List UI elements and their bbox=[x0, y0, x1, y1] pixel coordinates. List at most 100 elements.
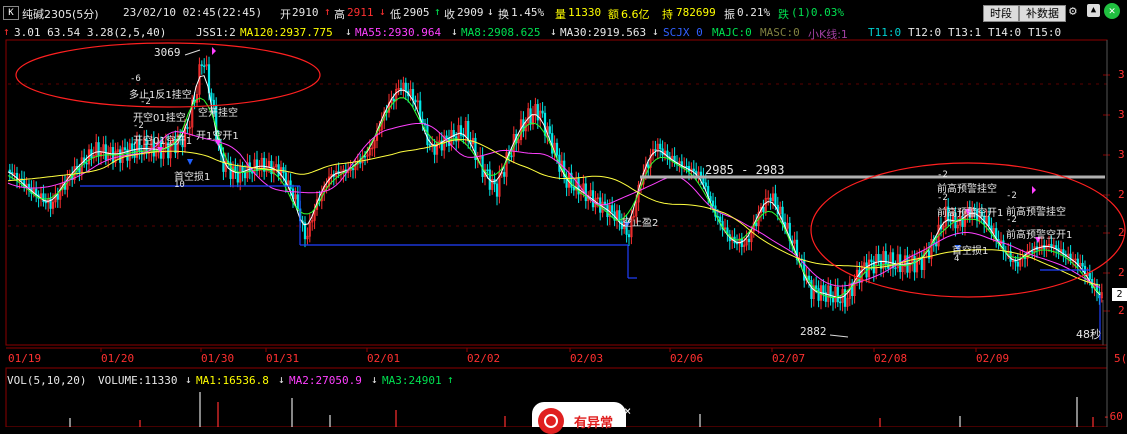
candle bbox=[359, 162, 362, 164]
candle bbox=[913, 255, 916, 273]
candle bbox=[123, 147, 127, 151]
candle bbox=[1031, 250, 1034, 253]
volume-ma3: MA3:24901 bbox=[382, 374, 442, 387]
supplement-data-button[interactable]: 补数据 bbox=[1019, 5, 1066, 22]
candle bbox=[363, 155, 367, 158]
volume-indicator-title: VOL(5,10,20) bbox=[7, 374, 87, 387]
candle bbox=[1088, 273, 1091, 280]
price-axis-tick: 3 bbox=[1118, 68, 1125, 81]
alert-popup[interactable]: 有异常 bbox=[532, 402, 626, 434]
candle bbox=[243, 172, 247, 179]
signal-num: -2 bbox=[937, 170, 948, 180]
candle bbox=[685, 166, 688, 168]
volume-ma2: MA2:27050.9 bbox=[289, 374, 362, 387]
candle bbox=[399, 87, 403, 90]
price-axis-tick: 3 bbox=[1118, 148, 1125, 161]
legend-majc: MAJC:0 bbox=[712, 26, 752, 39]
signal-text: 空止盈2 bbox=[622, 218, 659, 229]
candle bbox=[1055, 245, 1058, 249]
volume-value: VOLUME:11330 bbox=[98, 374, 178, 387]
price-axis-tick: 2 bbox=[1118, 266, 1125, 279]
price-axis-tick: 2 bbox=[1118, 304, 1125, 317]
up-arrow-icon: ↑ bbox=[434, 5, 441, 18]
timeshare-button[interactable]: 时段 bbox=[983, 5, 1019, 22]
candle bbox=[555, 142, 559, 156]
candle bbox=[654, 149, 657, 151]
candle bbox=[659, 143, 662, 150]
candle bbox=[711, 200, 715, 207]
candle bbox=[548, 126, 551, 134]
up-arrow-icon: ↑ bbox=[324, 5, 331, 18]
time-axis-label: 02/01 bbox=[367, 352, 401, 365]
settings-icon[interactable]: ⚙ bbox=[1069, 4, 1077, 19]
time-axis-label: 02/08 bbox=[874, 352, 908, 365]
time-axis-label: 02/02 bbox=[467, 352, 501, 365]
candle bbox=[611, 205, 614, 213]
amount-value: 6.6亿 bbox=[621, 8, 650, 21]
legend-jss: JSS1:2 bbox=[196, 26, 236, 39]
candle bbox=[251, 171, 254, 174]
candle bbox=[762, 207, 765, 213]
candle bbox=[692, 168, 695, 172]
candle bbox=[536, 104, 539, 121]
close-icon[interactable]: ✕ bbox=[1104, 3, 1120, 19]
candle bbox=[255, 159, 259, 171]
signal-num: -2 bbox=[937, 193, 948, 203]
collapse-up-icon[interactable]: ▲ bbox=[1087, 4, 1100, 17]
candle bbox=[1016, 261, 1019, 267]
candle bbox=[836, 286, 839, 303]
signal-text: 前高预警空开1 bbox=[1006, 230, 1073, 241]
legend-scjx: SCJX 0 bbox=[663, 26, 703, 39]
signal-marker bbox=[212, 47, 216, 55]
candle bbox=[97, 142, 100, 157]
volume-ma1: MA1:16536.8 bbox=[196, 374, 269, 387]
current-price-tag: 2 bbox=[1112, 288, 1127, 301]
low-label: 低 bbox=[390, 8, 401, 21]
signal-num: 4 bbox=[954, 254, 960, 264]
candle bbox=[877, 254, 880, 262]
candle bbox=[541, 110, 544, 114]
position-value: 782699 bbox=[676, 6, 716, 19]
candle bbox=[735, 242, 739, 245]
candle bbox=[426, 124, 429, 145]
candle bbox=[747, 238, 751, 243]
legend-t13: T13:1 bbox=[948, 26, 982, 39]
time-axis-label: 01/20 bbox=[101, 352, 135, 365]
candle bbox=[920, 256, 923, 270]
k-tag[interactable]: K bbox=[3, 6, 19, 20]
popup-close-icon[interactable]: × bbox=[624, 404, 631, 418]
legend-t12: T12:0 bbox=[908, 26, 942, 39]
signal-num: -2 bbox=[140, 97, 151, 107]
change-label: 跌 bbox=[778, 8, 789, 21]
up-arrow-icon: ↑ bbox=[3, 25, 10, 38]
candle bbox=[392, 98, 395, 102]
low-value: 2905 bbox=[403, 6, 430, 19]
high-leader bbox=[184, 49, 201, 56]
datetime: 23/02/10 02:45(22:45) bbox=[123, 6, 263, 19]
close-label: 收 bbox=[444, 8, 455, 21]
high-price-label: 3069 bbox=[154, 46, 181, 59]
candle bbox=[203, 65, 206, 68]
time-axis-label: 02/03 bbox=[570, 352, 604, 365]
signal-text: 开空01空开1 bbox=[133, 136, 193, 147]
signal-num: -2 bbox=[1006, 191, 1017, 201]
candle bbox=[822, 285, 825, 293]
candle bbox=[870, 259, 873, 262]
candle bbox=[210, 92, 213, 101]
high-label: 高 bbox=[334, 8, 345, 21]
down-arrow-icon: ↓ bbox=[487, 5, 494, 18]
signal-text: 多止1反1挂空 bbox=[129, 90, 192, 101]
up-arrow-icon: ↑ bbox=[447, 373, 454, 386]
quote-header: K 纯碱2305(5分) 23/02/10 02:45(22:45) 开 291… bbox=[0, 0, 1127, 22]
candle bbox=[894, 267, 897, 270]
candle bbox=[282, 167, 285, 173]
candle bbox=[584, 183, 587, 202]
amplitude-label: 振 bbox=[724, 8, 735, 21]
legend-values: 3.01 63.54 3.28(2,5,40) bbox=[14, 26, 167, 39]
candle bbox=[858, 269, 861, 283]
candle bbox=[27, 183, 31, 189]
candle bbox=[404, 82, 407, 92]
signal-num: 10 bbox=[174, 180, 185, 190]
open-label: 开 bbox=[280, 8, 291, 21]
candle bbox=[411, 89, 415, 101]
